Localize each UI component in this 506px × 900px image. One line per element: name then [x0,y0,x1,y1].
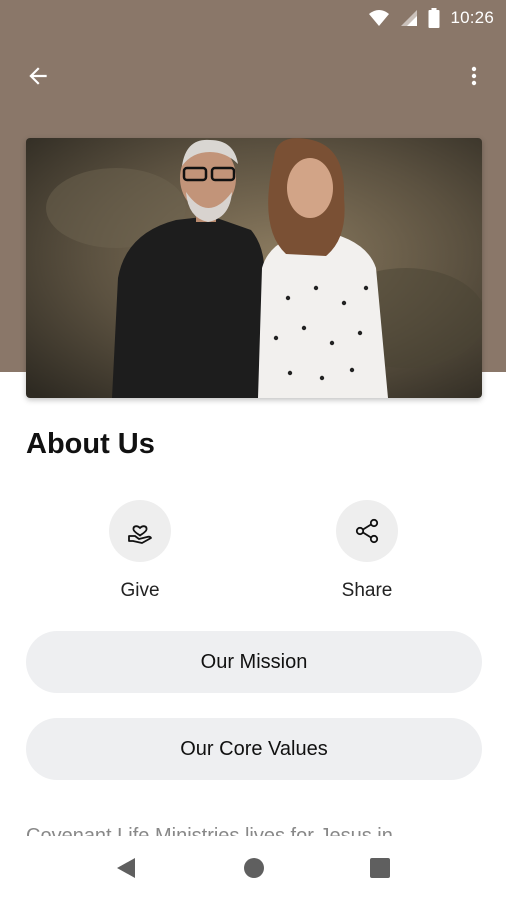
hand-heart-icon [128,525,152,544]
share-label: Share [341,580,393,601]
our-mission-button[interactable]: Our Mission [26,631,482,693]
page-title: About Us [26,428,155,460]
cell-signal-icon [401,10,418,26]
share-button[interactable]: Share [307,500,427,602]
battery-icon [428,8,440,28]
system-navigation-bar [0,836,506,900]
our-core-values-button[interactable]: Our Core Values [26,718,482,780]
back-button[interactable] [18,56,58,96]
arrow-left-icon [29,67,47,85]
hero-image [26,138,482,398]
more-vert-icon [471,66,477,86]
give-label: Give [120,580,160,601]
wifi-icon [369,10,390,26]
give-button[interactable]: Give [80,500,200,602]
share-icon [355,518,379,544]
nav-back-button[interactable] [108,850,144,886]
status-time: 10:26 [450,8,494,27]
nav-home-button[interactable] [236,850,272,886]
nav-back-icon [117,858,135,878]
status-bar: 10:26 [0,0,506,36]
more-options-button[interactable] [454,56,494,96]
nav-recents-icon [370,858,390,878]
app-bar [0,48,506,100]
nav-home-icon [244,858,264,878]
hero-photo [26,138,482,398]
nav-recents-button[interactable] [362,850,398,886]
share-icon-circle [336,500,398,562]
give-icon-circle [109,500,171,562]
about-preview-text: Covenant Life Ministries lives for Jesus… [26,825,393,836]
